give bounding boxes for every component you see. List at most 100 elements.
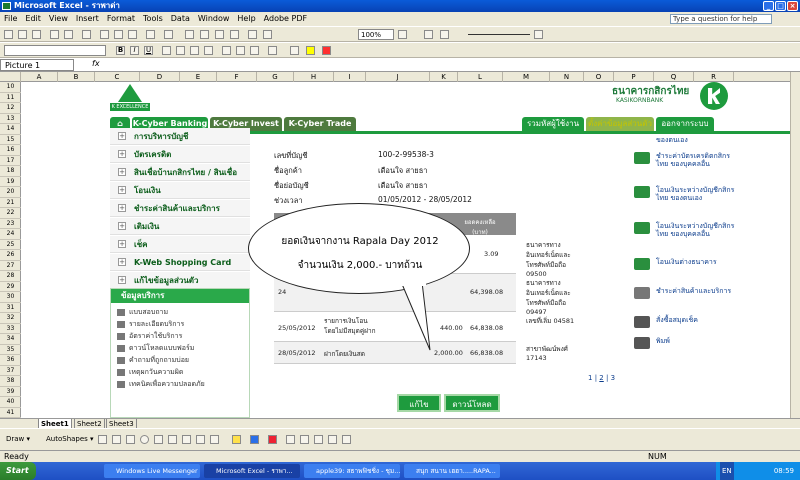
menu-account[interactable]: + การบริหารบัญชี	[110, 128, 250, 145]
row-header-cell[interactable]: 18	[0, 166, 21, 177]
row-header-cell[interactable]: 11	[0, 93, 21, 103]
menu-cheque[interactable]: + เช็ค	[110, 236, 250, 253]
shadow-icon[interactable]	[328, 435, 337, 444]
task-messenger[interactable]: Windows Live Messenger	[104, 464, 200, 478]
row-header-cell[interactable]: 38	[0, 376, 21, 387]
font-select[interactable]	[4, 45, 106, 56]
line-style-icon[interactable]	[468, 34, 530, 35]
col-header[interactable]: G	[257, 72, 294, 82]
font-color-icon[interactable]	[322, 46, 331, 55]
download-button[interactable]: ดาวน์โหลด	[444, 394, 500, 412]
font-color-icon[interactable]	[268, 435, 277, 444]
copy-icon[interactable]	[114, 30, 123, 39]
bold-icon[interactable]: B	[116, 46, 125, 55]
col-header[interactable]: H	[294, 72, 334, 82]
row-header-cell[interactable]: 19	[0, 177, 21, 187]
service-details[interactable]: รายละเอียดบริการ	[117, 319, 184, 330]
pdf-email-icon[interactable]	[440, 30, 449, 39]
line-color-icon[interactable]	[250, 435, 259, 444]
draw-menu[interactable]: Draw ▾	[6, 435, 30, 443]
row-header-cell[interactable]: 32	[0, 313, 21, 324]
textbox-icon[interactable]	[154, 435, 163, 444]
language-indicator[interactable]: EN	[720, 462, 734, 480]
row-header-cell[interactable]: 35	[0, 345, 21, 355]
row-header-cell[interactable]: 29	[0, 282, 21, 292]
service-survey[interactable]: แบบสอบถาม	[117, 307, 168, 318]
row-header-cell[interactable]: 21	[0, 198, 21, 208]
arrow-icon[interactable]	[112, 435, 121, 444]
rectangle-icon[interactable]	[126, 435, 135, 444]
menu-loan[interactable]: +สินเชื่อบ้านกสิกรไทย / สินเชื่ออื่นๆ	[110, 164, 250, 194]
page-link-2[interactable]: 2	[599, 374, 603, 382]
row-header-cell[interactable]: 27	[0, 261, 21, 271]
menu-window[interactable]: Window	[194, 12, 234, 26]
menu-edit[interactable]: Edit	[21, 12, 45, 26]
fill-color-icon[interactable]	[232, 435, 241, 444]
comma-icon[interactable]	[250, 46, 259, 55]
col-header[interactable]: B	[58, 72, 95, 82]
row-header-cell[interactable]: 31	[0, 303, 21, 313]
preview-icon[interactable]	[64, 30, 73, 39]
line-icon[interactable]	[98, 435, 107, 444]
row-header-cell[interactable]: 37	[0, 366, 21, 376]
service-security[interactable]: เทคนิคเพื่อความปลอดภัย	[117, 379, 205, 390]
align-center-icon[interactable]	[176, 46, 185, 55]
menu-adobe-pdf[interactable]: Adobe PDF	[260, 12, 311, 26]
col-header[interactable]: D	[140, 72, 180, 82]
task-browser-2[interactable]: สนุก สนาน เฮฮา.....RAPA...	[404, 464, 500, 478]
oval-icon[interactable]	[140, 435, 149, 444]
row-header-cell[interactable]: 22	[0, 208, 21, 219]
align-right-icon[interactable]	[190, 46, 199, 55]
hyperlink-icon[interactable]	[185, 30, 194, 39]
service-download-form[interactable]: ดาวน์โหลดแบบฟอร์ม	[117, 343, 194, 354]
italic-icon[interactable]: I	[130, 46, 139, 55]
edit-button[interactable]: แก้ไข	[397, 394, 441, 412]
borders-icon[interactable]	[290, 46, 299, 55]
menu-topup[interactable]: + เติมเงิน	[110, 218, 250, 235]
row-header-cell[interactable]: 16	[0, 145, 21, 156]
menu-transfer[interactable]: + โอนเงิน	[110, 182, 250, 199]
row-header-cell[interactable]: 12	[0, 103, 21, 114]
col-header[interactable]: E	[180, 72, 217, 82]
col-header[interactable]: P	[614, 72, 654, 82]
row-header-cell[interactable]: 41	[0, 408, 21, 418]
paste-icon[interactable]	[128, 30, 137, 39]
service-faq[interactable]: คำถามที่ถูกถามบ่อย	[117, 355, 189, 366]
row-header-cell[interactable]: 36	[0, 355, 21, 366]
open-icon[interactable]	[18, 30, 27, 39]
help-search-input[interactable]: Type a question for help	[670, 14, 772, 24]
indent-icon[interactable]	[268, 46, 277, 55]
service-fees[interactable]: อัตราค่าใช้บริการ	[117, 331, 182, 342]
tab-k-cyber-trade[interactable]: K-Cyber Trade	[284, 117, 356, 131]
currency-icon[interactable]	[222, 46, 231, 55]
pdf-icon[interactable]	[424, 30, 433, 39]
menu-tools[interactable]: Tools	[139, 12, 167, 26]
new-icon[interactable]	[4, 30, 13, 39]
row-header-cell[interactable]: 20	[0, 187, 21, 198]
col-header[interactable]: M	[503, 72, 550, 82]
start-button[interactable]: Start	[0, 462, 36, 480]
service-report[interactable]: เหตุผกวันความผิด	[117, 367, 183, 378]
row-header-cell[interactable]: 25	[0, 240, 21, 250]
menu-edit-profile[interactable]: + แก้ไขข้อมูลส่วนตัว	[110, 272, 250, 289]
row-header-cell[interactable]: 34	[0, 334, 21, 345]
menu-k-web-shopping[interactable]: + K-Web Shopping Card	[110, 254, 250, 271]
col-header[interactable]: N	[550, 72, 584, 82]
merge-icon[interactable]	[204, 46, 213, 55]
tab-personal-settings[interactable]: ตั้งค่าข้อมูลส่วนตัว	[586, 117, 654, 131]
task-browser-1[interactable]: apple39: สธาพฟิชชิ่ง - ชุม...	[304, 464, 400, 478]
diagram-icon[interactable]	[182, 435, 191, 444]
task-excel[interactable]: Microsoft Excel - ราพา...	[204, 464, 300, 478]
zoom-select[interactable]: 100%	[358, 29, 394, 40]
col-header[interactable]: I	[334, 72, 366, 82]
clipart-icon[interactable]	[196, 435, 205, 444]
drawing-icon[interactable]	[263, 30, 272, 39]
sort-desc-icon[interactable]	[230, 30, 239, 39]
menu-payment[interactable]: + ชำระค่าสินค้าและบริการ	[110, 200, 250, 217]
select-all-corner[interactable]	[0, 72, 21, 82]
col-header[interactable]: K	[430, 72, 458, 82]
dash-style-icon[interactable]	[300, 435, 309, 444]
picture-icon[interactable]	[210, 435, 219, 444]
menu-insert[interactable]: Insert	[72, 12, 103, 26]
maximize-button[interactable]: □	[775, 1, 786, 11]
